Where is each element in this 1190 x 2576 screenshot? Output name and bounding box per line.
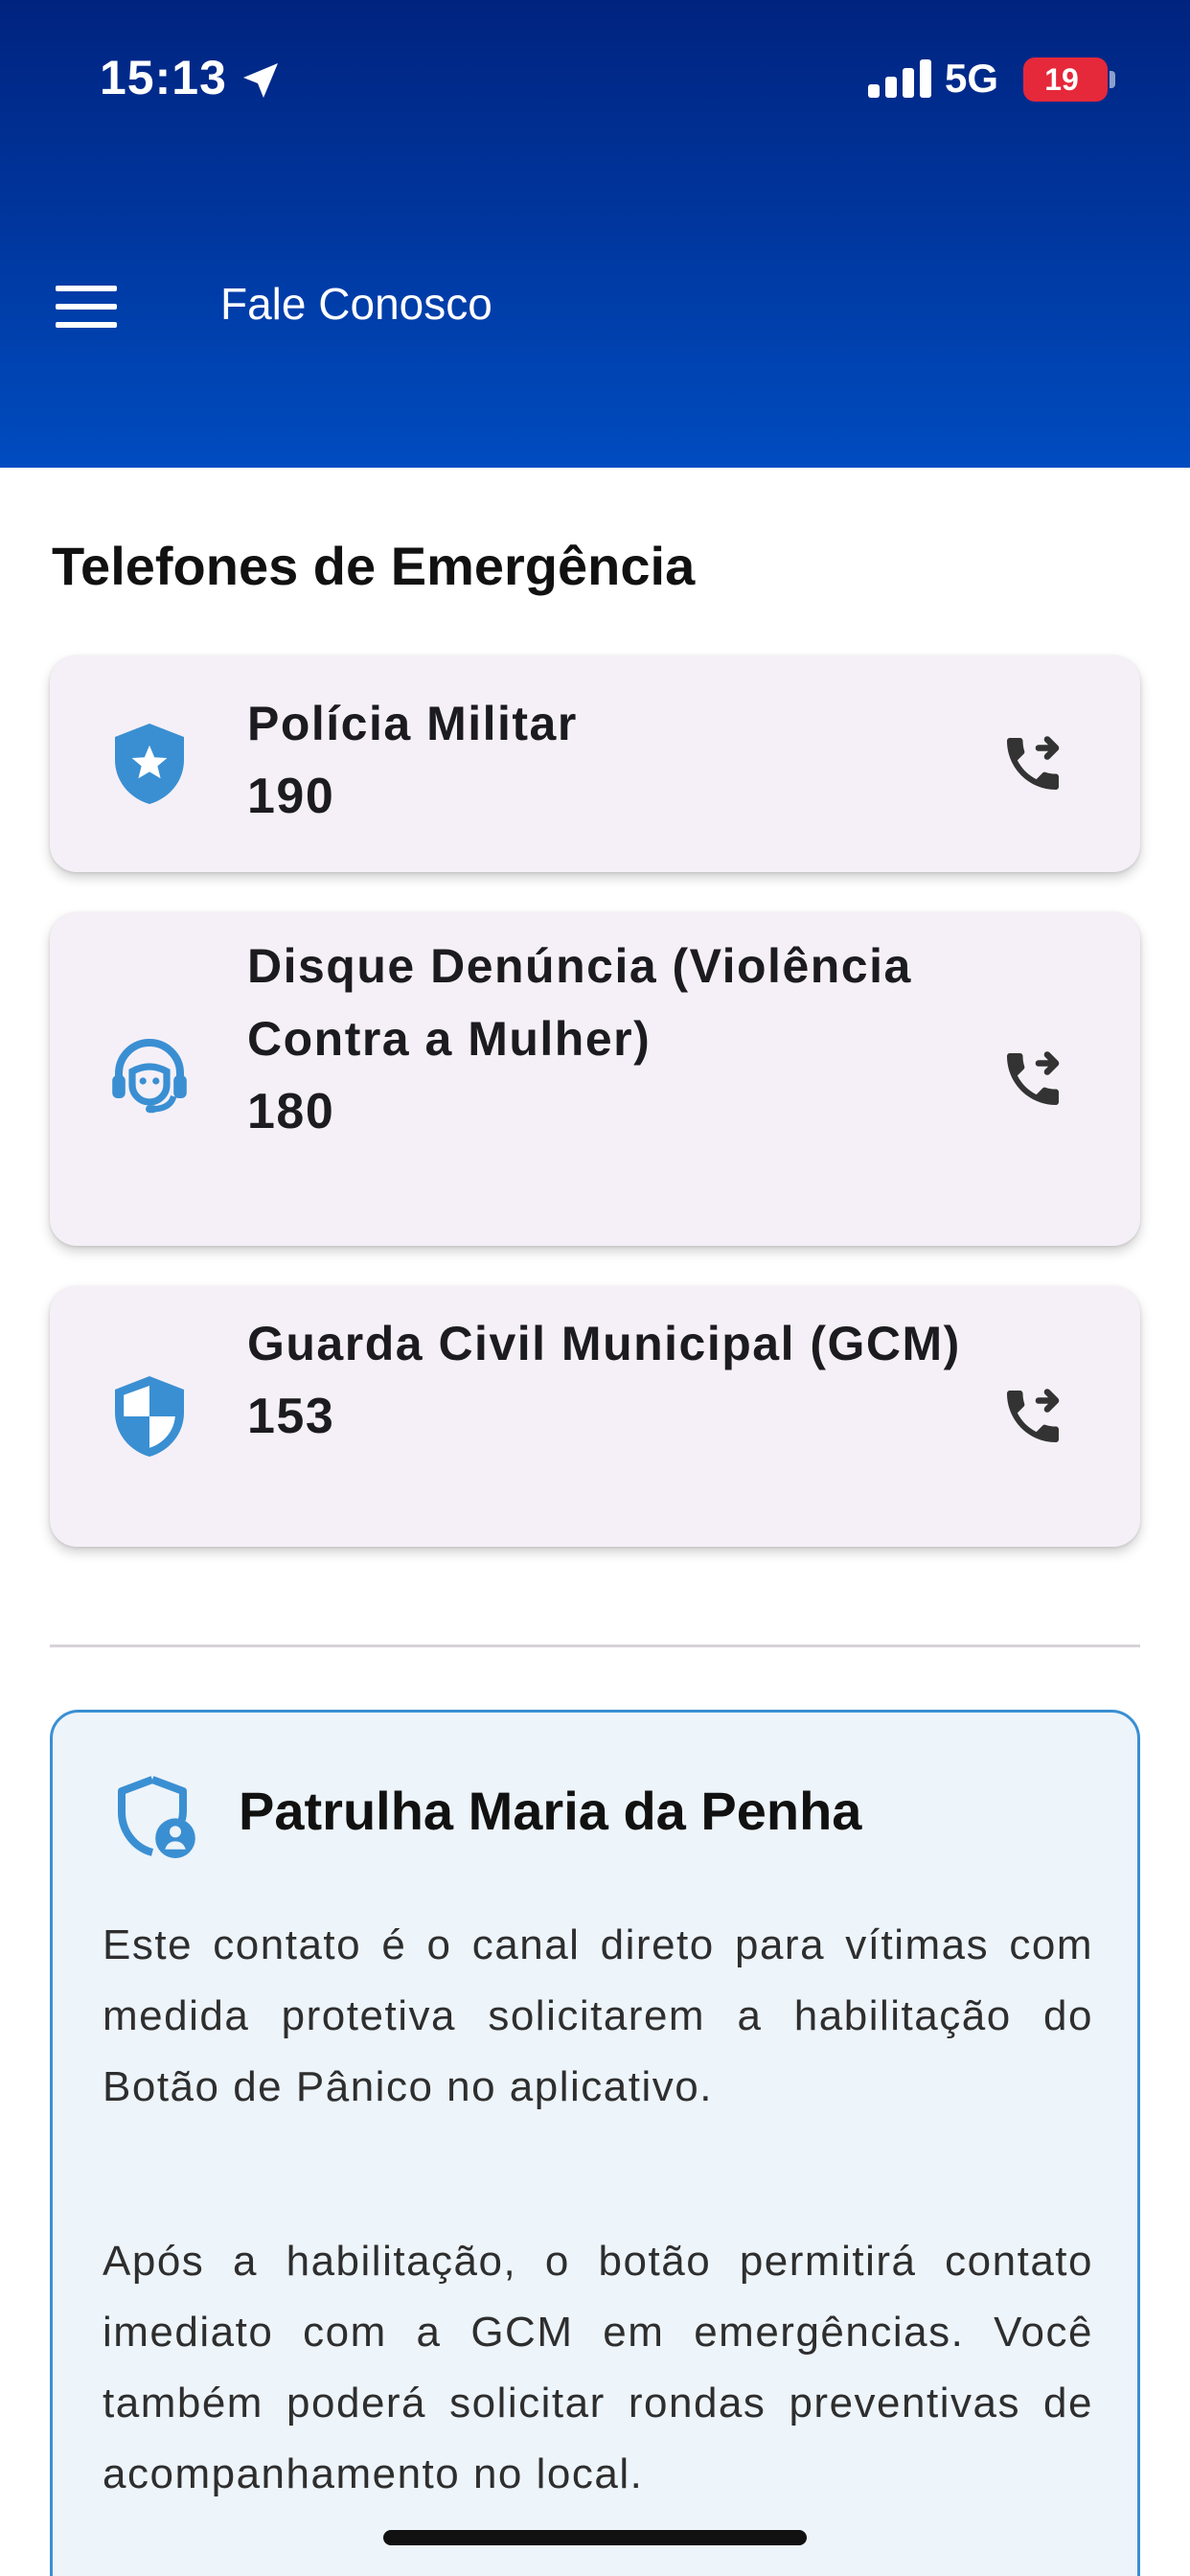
status-time: 15:13 — [100, 51, 227, 104]
network-type: 5G — [945, 56, 999, 101]
contact-card-policia-militar[interactable]: Polícia Militar 190 — [50, 656, 1140, 872]
contact-card-disque-denuncia[interactable]: Disque Denúncia (Violência Contra a Mulh… — [50, 912, 1140, 1246]
home-indicator[interactable] — [383, 2530, 807, 2545]
patrol-paragraph-2: Após a habilitação, o botão permitirá co… — [103, 2238, 1093, 2497]
section-divider — [50, 1644, 1140, 1647]
contact-number: 180 — [247, 1084, 335, 1139]
contact-card-guarda-civil-municipal[interactable]: Guarda Civil Municipal (GCM) 153 — [50, 1286, 1140, 1547]
hamburger-menu-icon[interactable] — [56, 286, 117, 328]
patrol-info-card: Patrulha Maria da Penha Este contato é o… — [50, 1710, 1140, 2576]
battery-cap — [1110, 71, 1115, 88]
police-shield-star-icon — [115, 724, 184, 804]
contact-text: Polícia Militar 190 — [247, 687, 968, 833]
status-bar: 15:13 5G 19 — [0, 0, 1190, 163]
shield-person-icon — [118, 1776, 195, 1858]
page-title: Fale Conosco — [220, 279, 492, 329]
phone-forward-icon[interactable] — [998, 729, 1067, 798]
section-title-emergency-phones: Telefones de Emergência — [52, 536, 696, 596]
battery-level: 19 — [1044, 62, 1079, 97]
battery-charging-icon: 19 — [1023, 58, 1108, 102]
contact-name: Polícia Militar — [247, 697, 578, 750]
patrol-paragraph-1: Este contato é o canal direto para vítim… — [103, 1921, 1093, 2110]
phone-forward-icon[interactable] — [998, 1382, 1067, 1451]
contact-text: Guarda Civil Municipal (GCM) 153 — [247, 1307, 968, 1453]
location-arrow-icon — [243, 63, 278, 98]
patrol-title: Patrulha Maria da Penha — [239, 1781, 862, 1841]
contact-number: 153 — [247, 1389, 335, 1444]
app-header: 15:13 5G 19 Fale Conosco — [0, 0, 1190, 468]
contact-number: 190 — [247, 769, 335, 824]
contact-name: Disque Denúncia (Violência Contra a Mulh… — [247, 939, 912, 1066]
signal-bars-icon — [868, 59, 931, 98]
support-agent-icon — [112, 1039, 187, 1114]
phone-forward-icon[interactable] — [998, 1045, 1067, 1114]
contact-name: Guarda Civil Municipal (GCM) — [247, 1317, 961, 1370]
security-shield-icon — [115, 1376, 184, 1457]
contact-text: Disque Denúncia (Violência Contra a Mulh… — [247, 930, 968, 1148]
